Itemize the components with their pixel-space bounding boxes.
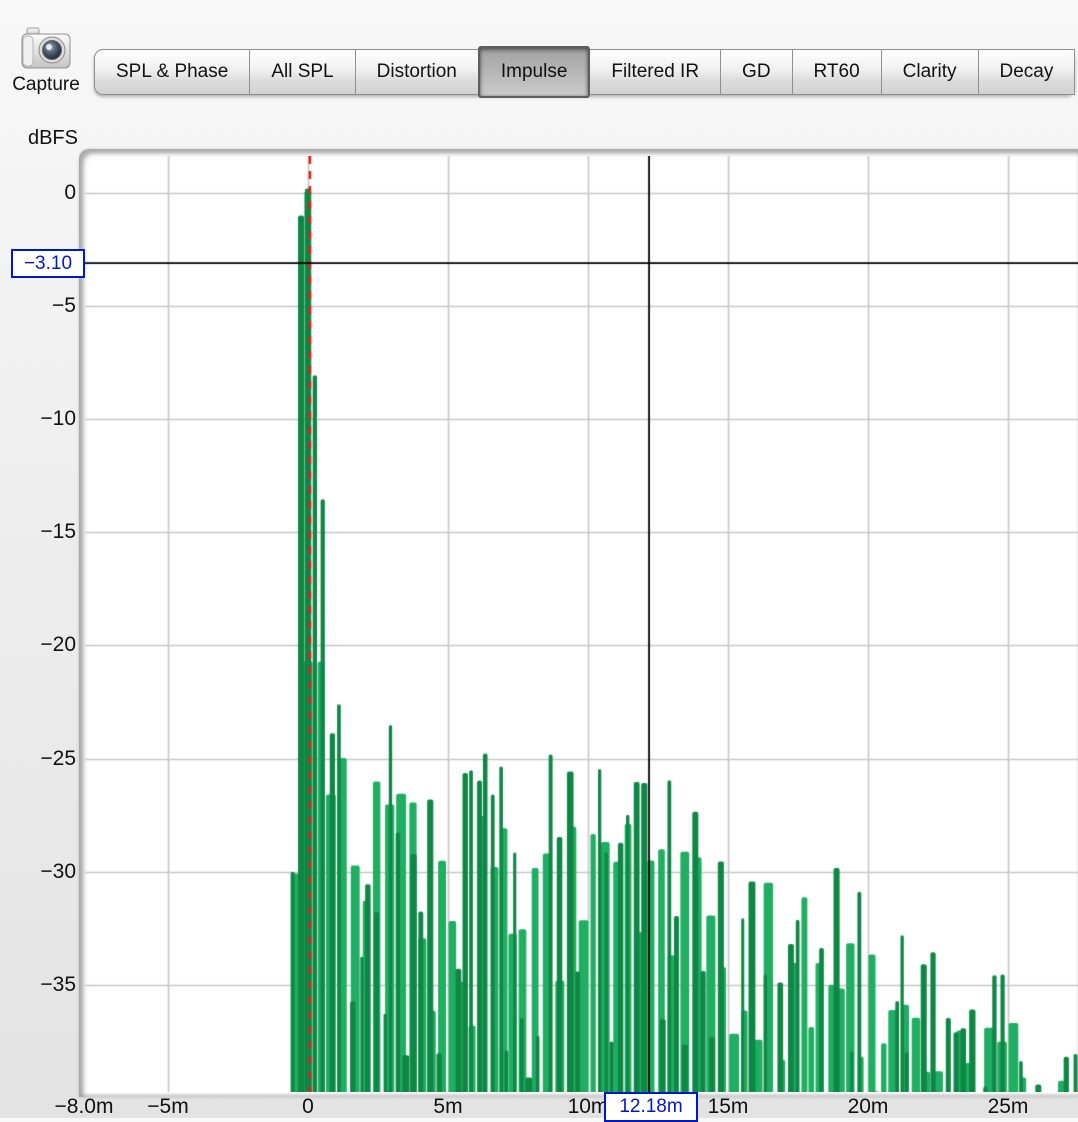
- cursor-level-value: −3.10: [23, 252, 73, 274]
- y-tick-label: −30: [40, 859, 76, 883]
- y-axis-unit-label: dBFS: [27, 127, 78, 149]
- tab-all-spl[interactable]: All SPL: [249, 49, 356, 95]
- tab-decay[interactable]: Decay: [977, 49, 1076, 95]
- y-tick-label: −20: [40, 633, 76, 657]
- y-tick-label: −15: [40, 520, 76, 544]
- x-tick-label: 5m: [433, 1095, 463, 1118]
- tab-impulse[interactable]: Impulse: [477, 46, 591, 98]
- x-tick-label: 0: [302, 1095, 314, 1118]
- y-tick-label: −25: [40, 746, 76, 770]
- tab-filtered-ir[interactable]: Filtered IR: [589, 49, 722, 95]
- y-tick-label: 0: [64, 181, 76, 204]
- x-tick-label: −8.0m: [54, 1095, 114, 1118]
- tab-clarity[interactable]: Clarity: [880, 49, 979, 95]
- x-tick-label: 20m: [847, 1095, 889, 1118]
- capture-button-label: Capture: [12, 74, 80, 95]
- rew-impulse-window: Capture SPL & Phase All SPL Distortion Impu…: [0, 0, 1078, 1122]
- tab-rt60[interactable]: RT60: [791, 49, 882, 95]
- tab-distortion[interactable]: Distortion: [354, 49, 479, 95]
- x-tick-label: 15m: [707, 1095, 749, 1118]
- x-tick-label: 10m: [567, 1095, 609, 1118]
- camera-icon: [0, 26, 92, 72]
- impulse-plot-canvas[interactable]: [85, 156, 1078, 1092]
- capture-button[interactable]: Capture: [0, 26, 92, 96]
- y-tick-label: −35: [40, 972, 76, 996]
- graph-tab-bar: SPL & Phase All SPL Distortion Impulse Filte…: [94, 46, 1076, 98]
- y-tick-label: −10: [40, 407, 76, 431]
- tab-gd[interactable]: GD: [720, 49, 793, 95]
- cursor-time-value: 12.18m: [619, 1096, 683, 1117]
- x-tick-label: −5m: [147, 1095, 189, 1118]
- x-tick-label: 25m: [987, 1095, 1029, 1118]
- cursor-level-readout: −3.10: [11, 249, 85, 278]
- tab-spl-phase[interactable]: SPL & Phase: [94, 49, 251, 95]
- y-tick-label: −5: [52, 294, 76, 318]
